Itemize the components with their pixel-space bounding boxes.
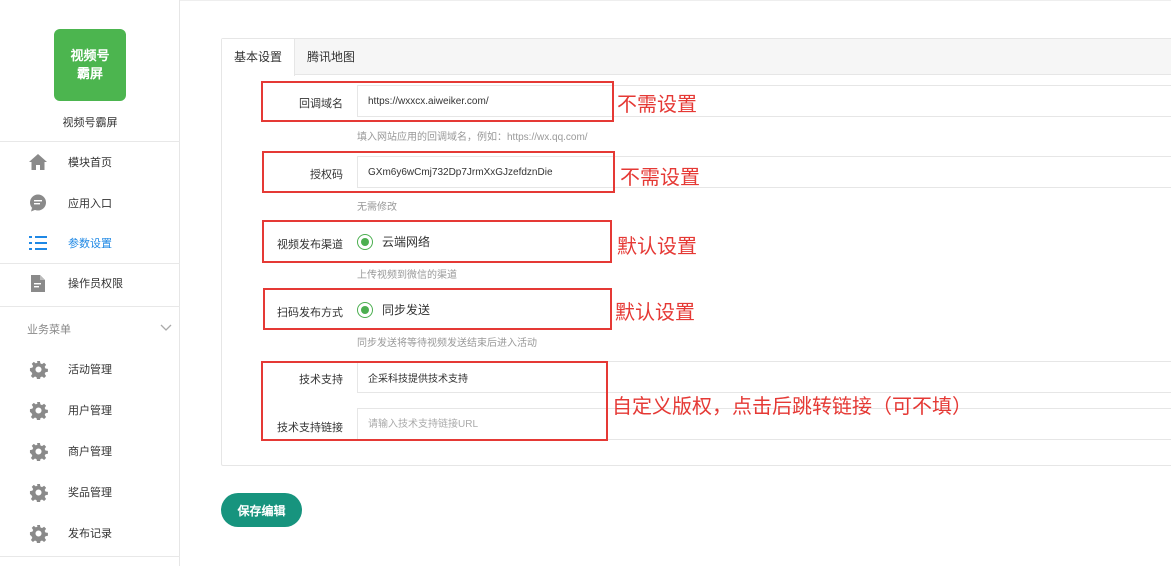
callback-domain-label: 回调域名	[299, 98, 343, 110]
radio-checked-icon	[357, 233, 373, 250]
gear-icon	[27, 440, 49, 462]
publish-channel-hint: 上传视频到微信的渠道	[357, 270, 457, 281]
scan-publish-mode-radio[interactable]: 同步发送	[357, 301, 430, 318]
gear-icon	[27, 522, 49, 544]
annotation-text: 不需设置	[617, 94, 697, 116]
annotation-text: 自定义版权，点击后跳转链接（可不填）	[612, 396, 972, 418]
section-title: 业务菜单	[27, 324, 71, 336]
scan-publish-mode-label: 扫码发布方式	[277, 307, 343, 319]
sidebar-item-label: 发布记录	[68, 528, 112, 540]
scan-publish-mode-option: 同步发送	[382, 303, 431, 317]
sidebar: 视频号 霸屏 视频号霸屏 模块首页 应用入口 参数设置 操作员权限 业务菜单 活…	[0, 0, 180, 566]
sidebar-item-label: 操作员权限	[68, 278, 123, 290]
callback-domain-hint: 填入网站应用的回调域名，例如：https://wx.qq.com/	[357, 132, 588, 143]
sidebar-item-parameter-settings[interactable]: 参数设置	[0, 223, 180, 263]
publish-channel-option: 云端网络	[382, 235, 431, 249]
auth-code-label: 授权码	[310, 169, 343, 181]
scan-publish-mode-hint: 同步发送将等待视频发送结束后进入活动	[357, 338, 537, 349]
app-logo[interactable]: 视频号 霸屏	[54, 29, 126, 101]
home-icon	[27, 151, 49, 173]
annotation-text: 不需设置	[620, 167, 700, 189]
list-settings-icon	[27, 232, 49, 254]
header-divider	[180, 0, 1171, 1]
divider	[0, 556, 180, 557]
sidebar-item-publish-records[interactable]: 发布记录	[0, 513, 180, 553]
publish-channel-radio[interactable]: 云端网络	[357, 233, 430, 250]
callback-domain-input[interactable]	[357, 85, 1171, 117]
sidebar-item-merchant-management[interactable]: 商户管理	[0, 431, 180, 471]
sidebar-item-label: 应用入口	[68, 198, 112, 210]
save-edit-button[interactable]: 保存编辑	[221, 493, 302, 527]
auth-code-input[interactable]	[357, 156, 1171, 188]
sidebar-item-module-home[interactable]: 模块首页	[0, 142, 180, 182]
tab-bar: 基本设置 腾讯地图	[222, 39, 1171, 76]
tab-tencent-map[interactable]: 腾讯地图	[295, 39, 367, 75]
sidebar-item-label: 活动管理	[68, 364, 112, 376]
tech-support-input[interactable]	[357, 361, 1171, 393]
chat-bubble-icon	[27, 192, 49, 214]
sidebar-item-user-management[interactable]: 用户管理	[0, 390, 180, 430]
annotation-text: 默认设置	[617, 236, 697, 258]
sidebar-item-prize-management[interactable]: 奖品管理	[0, 472, 180, 512]
sidebar-item-label: 商户管理	[68, 446, 112, 458]
tech-support-label: 技术支持	[299, 374, 343, 386]
sidebar-item-label: 模块首页	[68, 157, 112, 169]
sidebar-item-operator-permissions[interactable]: 操作员权限	[0, 263, 180, 303]
gear-icon	[27, 399, 49, 421]
publish-channel-label: 视频发布渠道	[277, 239, 343, 251]
gear-icon	[27, 481, 49, 503]
divider	[0, 306, 180, 307]
tech-support-link-label: 技术支持链接	[277, 422, 343, 434]
sidebar-item-activity-management[interactable]: 活动管理	[0, 349, 180, 389]
sidebar-item-label: 参数设置	[68, 238, 112, 250]
annotation-text: 默认设置	[615, 302, 695, 324]
app-name: 视频号霸屏	[62, 117, 118, 129]
sidebar-item-label: 奖品管理	[68, 487, 112, 499]
logo-text-line2: 霸屏	[76, 66, 103, 81]
chevron-down-icon	[160, 323, 172, 335]
radio-checked-icon	[357, 301, 373, 318]
sidebar-item-label: 用户管理	[68, 405, 112, 417]
sidebar-item-app-entry[interactable]: 应用入口	[0, 183, 180, 223]
auth-code-hint: 无需修改	[357, 202, 397, 213]
gear-icon	[27, 358, 49, 380]
business-menu-header[interactable]: 业务菜单	[27, 321, 172, 337]
document-edit-icon	[27, 272, 49, 294]
logo-text-line1: 视频号	[70, 48, 110, 63]
tab-basic-settings[interactable]: 基本设置	[222, 39, 296, 76]
